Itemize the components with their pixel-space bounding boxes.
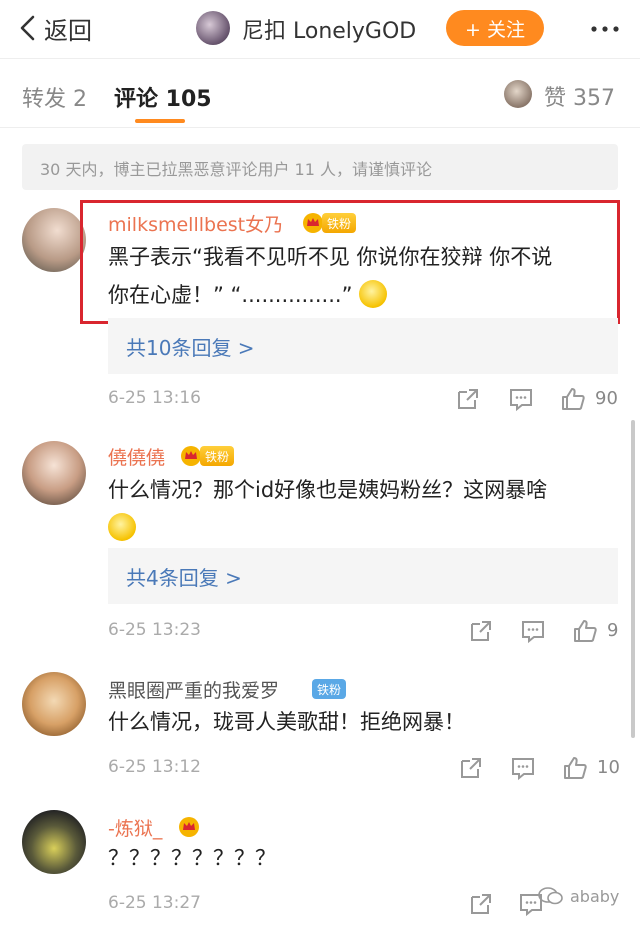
tab-likes[interactable]: 赞 357: [544, 80, 615, 112]
share-icon[interactable]: [455, 386, 481, 412]
like-count: 10: [597, 757, 620, 778]
author-name[interactable]: 尼扣 LonelyGOD: [242, 13, 416, 45]
top-bar: 返回 尼扣 LonelyGOD + 关注: [0, 0, 640, 58]
comment-time: 6-25 13:12: [108, 757, 201, 777]
crown-icon: [303, 213, 323, 233]
crown-icon: [181, 446, 201, 466]
like-icon[interactable]: [562, 755, 588, 781]
watermark-text: ababy: [570, 886, 620, 906]
author-avatar[interactable]: [196, 11, 230, 45]
fan-badge: 铁粉: [312, 679, 347, 699]
comment-line: 什么情况？那个id好像也是姨妈粉丝？这网暴啥: [108, 478, 548, 502]
comment-avatar[interactable]: [22, 208, 86, 272]
comment-icon[interactable]: [508, 386, 534, 412]
watermark: ababy: [538, 886, 619, 906]
comment-avatar[interactable]: [22, 441, 86, 505]
back-label: 返回: [44, 16, 92, 45]
comment-icon[interactable]: [520, 618, 546, 644]
comment-line: 黑子表示“我看不见听不见 你说你在狡辩 你不说: [108, 245, 553, 269]
comment-line: 你在心虚！” “...............”: [108, 276, 618, 314]
back-button[interactable]: 返回: [18, 10, 92, 46]
crown-icon: [179, 817, 199, 837]
comment-time: 6-25 13:16: [108, 388, 201, 408]
moderation-notice: 30 天内，博主已拉黑恶意评论用户 11 人，请谨慎评论: [22, 144, 618, 190]
scrollbar[interactable]: [631, 420, 635, 738]
comment-icon[interactable]: [510, 755, 536, 781]
share-icon[interactable]: [458, 755, 484, 781]
active-tab-indicator: [135, 119, 185, 123]
comment-time: 6-25 13:27: [108, 893, 201, 913]
share-icon[interactable]: [468, 891, 494, 917]
like-count: 90: [595, 388, 618, 409]
sweat-smile-emoji-icon: [108, 513, 136, 541]
comment-text: 什么情况，珑哥人美歌甜！拒绝网暴！: [108, 710, 465, 734]
like-icon[interactable]: [572, 618, 598, 644]
comment-username[interactable]: milksmelllbest女乃: [108, 210, 283, 237]
follow-button[interactable]: + 关注: [446, 10, 544, 46]
share-icon[interactable]: [468, 618, 494, 644]
wechat-icon: [538, 887, 563, 905]
like-icon[interactable]: [560, 386, 586, 412]
liker-avatar: [504, 80, 532, 108]
comment-username[interactable]: 僥僥僥: [108, 443, 165, 470]
more-options-icon[interactable]: [588, 12, 622, 46]
tab-comments[interactable]: 评论 105: [114, 81, 212, 113]
chevron-left-icon: [20, 15, 35, 41]
comment-text: 什么情况？那个id好像也是姨妈粉丝？这网暴啥: [108, 471, 618, 547]
comment-text: ？？？？？？？？: [108, 846, 276, 870]
view-replies-link[interactable]: 共10条回复 >: [108, 318, 618, 374]
fan-badge: 铁粉: [200, 446, 235, 466]
comment-username[interactable]: -炼狱_: [108, 814, 162, 841]
like-count: 9: [607, 620, 619, 641]
comment-time: 6-25 13:23: [108, 620, 201, 640]
comment-avatar[interactable]: [22, 810, 86, 874]
tab-repost[interactable]: 转发 2: [22, 81, 87, 113]
view-replies-link[interactable]: 共4条回复 >: [108, 548, 618, 604]
grin-emoji-icon: [359, 280, 388, 308]
comment-text: 黑子表示“我看不见听不见 你说你在狡辩 你不说 你在心虚！” “........…: [108, 238, 618, 314]
comment-username[interactable]: 黑眼圈严重的我爱罗: [108, 676, 279, 703]
comment-avatar[interactable]: [22, 672, 86, 736]
fan-badge: 铁粉: [322, 213, 357, 233]
